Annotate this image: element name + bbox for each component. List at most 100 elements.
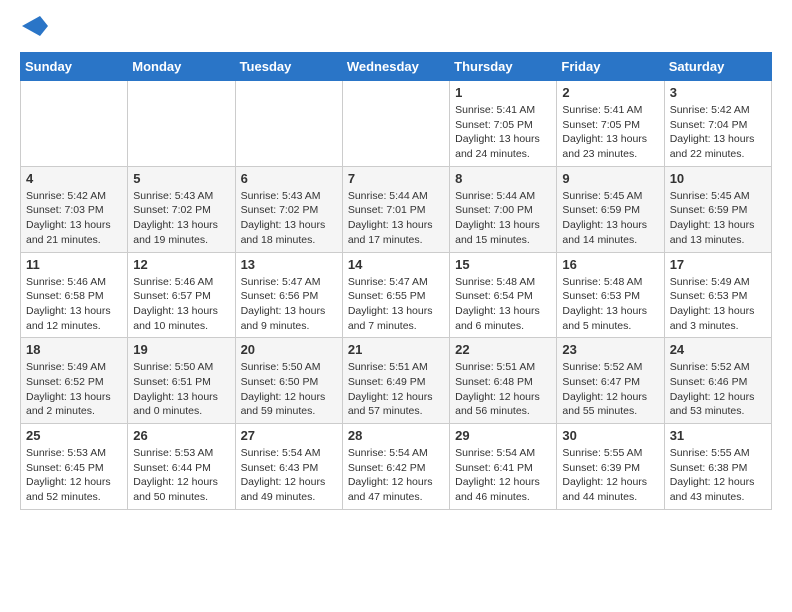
day-info: Sunrise: 5:44 AM Sunset: 7:01 PM Dayligh… bbox=[348, 189, 444, 248]
day-info: Sunrise: 5:51 AM Sunset: 6:49 PM Dayligh… bbox=[348, 360, 444, 419]
day-number: 31 bbox=[670, 428, 766, 443]
weekday-header-row: SundayMondayTuesdayWednesdayThursdayFrid… bbox=[21, 53, 772, 81]
day-info: Sunrise: 5:43 AM Sunset: 7:02 PM Dayligh… bbox=[133, 189, 229, 248]
day-number: 28 bbox=[348, 428, 444, 443]
day-cell: 27 Sunrise: 5:54 AM Sunset: 6:43 PM Dayli… bbox=[235, 424, 342, 510]
day-cell: 24 Sunrise: 5:52 AM Sunset: 6:46 PM Dayli… bbox=[664, 338, 771, 424]
day-cell: 30Sunrise: 5:55 AM Sunset: 6:39 PM Dayli… bbox=[557, 424, 664, 510]
day-cell: 6 Sunrise: 5:43 AM Sunset: 7:02 PM Daylig… bbox=[235, 166, 342, 252]
day-info: Sunrise: 5:54 AM Sunset: 6:42 PM Dayligh… bbox=[348, 446, 444, 505]
day-info: Sunrise: 5:53 AM Sunset: 6:45 PM Dayligh… bbox=[26, 446, 122, 505]
day-info: Sunrise: 5:54 AM Sunset: 6:43 PM Dayligh… bbox=[241, 446, 337, 505]
day-cell: 10 Sunrise: 5:45 AM Sunset: 6:59 PM Dayli… bbox=[664, 166, 771, 252]
day-number: 11 bbox=[26, 257, 122, 272]
day-info: Sunrise: 5:55 AM Sunset: 6:39 PM Dayligh… bbox=[562, 446, 658, 505]
day-number: 10 bbox=[670, 171, 766, 186]
day-cell: 25 Sunrise: 5:53 AM Sunset: 6:45 PM Dayli… bbox=[21, 424, 128, 510]
day-info: Sunrise: 5:44 AM Sunset: 7:00 PM Dayligh… bbox=[455, 189, 551, 248]
day-info: Sunrise: 5:55 AM Sunset: 6:38 PM Dayligh… bbox=[670, 446, 766, 505]
day-cell: 12 Sunrise: 5:46 AM Sunset: 6:57 PM Dayli… bbox=[128, 252, 235, 338]
weekday-header-tuesday: Tuesday bbox=[235, 53, 342, 81]
day-number: 7 bbox=[348, 171, 444, 186]
day-number: 27 bbox=[241, 428, 337, 443]
day-info: Sunrise: 5:54 AM Sunset: 6:41 PM Dayligh… bbox=[455, 446, 551, 505]
day-info: Sunrise: 5:49 AM Sunset: 6:52 PM Dayligh… bbox=[26, 360, 122, 419]
day-info: Sunrise: 5:49 AM Sunset: 6:53 PM Dayligh… bbox=[670, 275, 766, 334]
day-info: Sunrise: 5:46 AM Sunset: 6:57 PM Dayligh… bbox=[133, 275, 229, 334]
day-info: Sunrise: 5:52 AM Sunset: 6:47 PM Dayligh… bbox=[562, 360, 658, 419]
day-number: 21 bbox=[348, 342, 444, 357]
day-number: 19 bbox=[133, 342, 229, 357]
day-number: 26 bbox=[133, 428, 229, 443]
day-cell: 5 Sunrise: 5:43 AM Sunset: 7:02 PM Daylig… bbox=[128, 166, 235, 252]
week-row-1: 1 Sunrise: 5:41 AM Sunset: 7:05 PM Daylig… bbox=[21, 81, 772, 167]
day-cell: 22 Sunrise: 5:51 AM Sunset: 6:48 PM Dayli… bbox=[450, 338, 557, 424]
day-number: 17 bbox=[670, 257, 766, 272]
weekday-header-monday: Monday bbox=[128, 53, 235, 81]
day-cell: 2Sunrise: 5:41 AM Sunset: 7:05 PM Daylig… bbox=[557, 81, 664, 167]
header bbox=[20, 20, 772, 36]
day-info: Sunrise: 5:46 AM Sunset: 6:58 PM Dayligh… bbox=[26, 275, 122, 334]
day-number: 29 bbox=[455, 428, 551, 443]
week-row-5: 25 Sunrise: 5:53 AM Sunset: 6:45 PM Dayli… bbox=[21, 424, 772, 510]
day-number: 20 bbox=[241, 342, 337, 357]
day-cell: 19 Sunrise: 5:50 AM Sunset: 6:51 PM Dayli… bbox=[128, 338, 235, 424]
weekday-header-friday: Friday bbox=[557, 53, 664, 81]
day-number: 6 bbox=[241, 171, 337, 186]
week-row-2: 4 Sunrise: 5:42 AM Sunset: 7:03 PM Daylig… bbox=[21, 166, 772, 252]
day-info: Sunrise: 5:53 AM Sunset: 6:44 PM Dayligh… bbox=[133, 446, 229, 505]
day-cell: 14 Sunrise: 5:47 AM Sunset: 6:55 PM Dayli… bbox=[342, 252, 449, 338]
day-number: 22 bbox=[455, 342, 551, 357]
day-info: Sunrise: 5:52 AM Sunset: 6:46 PM Dayligh… bbox=[670, 360, 766, 419]
day-cell: 20 Sunrise: 5:50 AM Sunset: 6:50 PM Dayli… bbox=[235, 338, 342, 424]
weekday-header-wednesday: Wednesday bbox=[342, 53, 449, 81]
day-info: Sunrise: 5:45 AM Sunset: 6:59 PM Dayligh… bbox=[670, 189, 766, 248]
day-number: 12 bbox=[133, 257, 229, 272]
day-number: 8 bbox=[455, 171, 551, 186]
weekday-header-sunday: Sunday bbox=[21, 53, 128, 81]
day-number: 4 bbox=[26, 171, 122, 186]
day-cell bbox=[342, 81, 449, 167]
day-number: 24 bbox=[670, 342, 766, 357]
day-info: Sunrise: 5:42 AM Sunset: 7:04 PM Dayligh… bbox=[670, 103, 766, 162]
day-info: Sunrise: 5:50 AM Sunset: 6:50 PM Dayligh… bbox=[241, 360, 337, 419]
day-number: 3 bbox=[670, 85, 766, 100]
day-cell bbox=[21, 81, 128, 167]
week-row-4: 18 Sunrise: 5:49 AM Sunset: 6:52 PM Dayli… bbox=[21, 338, 772, 424]
day-cell: 23 Sunrise: 5:52 AM Sunset: 6:47 PM Dayli… bbox=[557, 338, 664, 424]
day-cell: 18 Sunrise: 5:49 AM Sunset: 6:52 PM Dayli… bbox=[21, 338, 128, 424]
weekday-header-saturday: Saturday bbox=[664, 53, 771, 81]
day-cell: 7 Sunrise: 5:44 AM Sunset: 7:01 PM Daylig… bbox=[342, 166, 449, 252]
day-number: 23 bbox=[562, 342, 658, 357]
day-info: Sunrise: 5:48 AM Sunset: 6:53 PM Dayligh… bbox=[562, 275, 658, 334]
day-number: 5 bbox=[133, 171, 229, 186]
day-number: 25 bbox=[26, 428, 122, 443]
day-cell: 17 Sunrise: 5:49 AM Sunset: 6:53 PM Dayli… bbox=[664, 252, 771, 338]
day-info: Sunrise: 5:42 AM Sunset: 7:03 PM Dayligh… bbox=[26, 189, 122, 248]
day-cell: 13Sunrise: 5:47 AM Sunset: 6:56 PM Dayli… bbox=[235, 252, 342, 338]
day-number: 16 bbox=[562, 257, 658, 272]
day-number: 15 bbox=[455, 257, 551, 272]
day-info: Sunrise: 5:47 AM Sunset: 6:55 PM Dayligh… bbox=[348, 275, 444, 334]
day-cell: 21 Sunrise: 5:51 AM Sunset: 6:49 PM Dayli… bbox=[342, 338, 449, 424]
day-cell: 3 Sunrise: 5:42 AM Sunset: 7:04 PM Daylig… bbox=[664, 81, 771, 167]
day-number: 1 bbox=[455, 85, 551, 100]
day-cell: 11 Sunrise: 5:46 AM Sunset: 6:58 PM Dayli… bbox=[21, 252, 128, 338]
day-info: Sunrise: 5:43 AM Sunset: 7:02 PM Dayligh… bbox=[241, 189, 337, 248]
day-info: Sunrise: 5:41 AM Sunset: 7:05 PM Dayligh… bbox=[455, 103, 551, 162]
day-cell: 8 Sunrise: 5:44 AM Sunset: 7:00 PM Daylig… bbox=[450, 166, 557, 252]
day-cell bbox=[235, 81, 342, 167]
day-cell: 16 Sunrise: 5:48 AM Sunset: 6:53 PM Dayli… bbox=[557, 252, 664, 338]
day-number: 14 bbox=[348, 257, 444, 272]
logo-arrow-icon bbox=[22, 16, 48, 36]
day-info: Sunrise: 5:47 AM Sunset: 6:56 PM Dayligh… bbox=[241, 275, 337, 334]
day-info: Sunrise: 5:48 AM Sunset: 6:54 PM Dayligh… bbox=[455, 275, 551, 334]
day-info: Sunrise: 5:50 AM Sunset: 6:51 PM Dayligh… bbox=[133, 360, 229, 419]
day-info: Sunrise: 5:41 AM Sunset: 7:05 PM Dayligh… bbox=[562, 103, 658, 162]
day-cell bbox=[128, 81, 235, 167]
day-info: Sunrise: 5:51 AM Sunset: 6:48 PM Dayligh… bbox=[455, 360, 551, 419]
day-cell: 9Sunrise: 5:45 AM Sunset: 6:59 PM Daylig… bbox=[557, 166, 664, 252]
week-row-3: 11 Sunrise: 5:46 AM Sunset: 6:58 PM Dayli… bbox=[21, 252, 772, 338]
day-number: 18 bbox=[26, 342, 122, 357]
day-info: Sunrise: 5:45 AM Sunset: 6:59 PM Dayligh… bbox=[562, 189, 658, 248]
